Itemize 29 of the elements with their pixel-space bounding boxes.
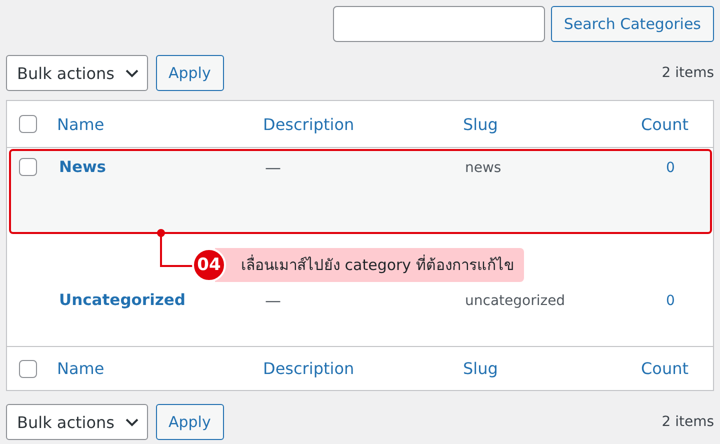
bulk-actions-dropdown[interactable]: Bulk actions	[6, 55, 148, 91]
item-count: 2 items	[662, 65, 714, 81]
column-header[interactable]: Count	[635, 114, 713, 134]
column-header[interactable]: Name	[51, 359, 257, 378]
select-all-checkbox[interactable]	[19, 360, 37, 378]
apply-button[interactable]: Apply	[156, 404, 224, 440]
bulk-actions-dropdown[interactable]: Bulk actions	[6, 404, 148, 440]
table-cell: —	[265, 158, 281, 177]
column-header[interactable]: Description	[257, 114, 457, 134]
column-header[interactable]: Description	[257, 359, 457, 378]
category-name-link[interactable]: Uncategorized	[59, 291, 186, 309]
column-header[interactable]: Count	[635, 359, 713, 378]
search-button[interactable]: Search Categories	[550, 6, 714, 42]
column-header[interactable]: Slug	[457, 114, 635, 134]
chevron-down-icon	[124, 418, 138, 426]
count-link[interactable]: 0	[666, 293, 675, 309]
category-name-link[interactable]: News	[59, 158, 106, 176]
column-header[interactable]: Name	[51, 114, 257, 134]
table-cell: —	[265, 291, 281, 310]
table-cell: uncategorized	[465, 293, 566, 309]
select-all-checkbox[interactable]	[19, 115, 37, 133]
table-cell: news	[465, 160, 502, 176]
count-link[interactable]: 0	[666, 160, 675, 176]
apply-button[interactable]: Apply	[156, 55, 224, 91]
item-count: 2 items	[662, 414, 714, 430]
row-checkbox[interactable]	[19, 158, 37, 176]
chevron-down-icon	[124, 68, 138, 78]
search-field[interactable]	[332, 6, 545, 42]
column-header[interactable]: Slug	[457, 359, 635, 378]
